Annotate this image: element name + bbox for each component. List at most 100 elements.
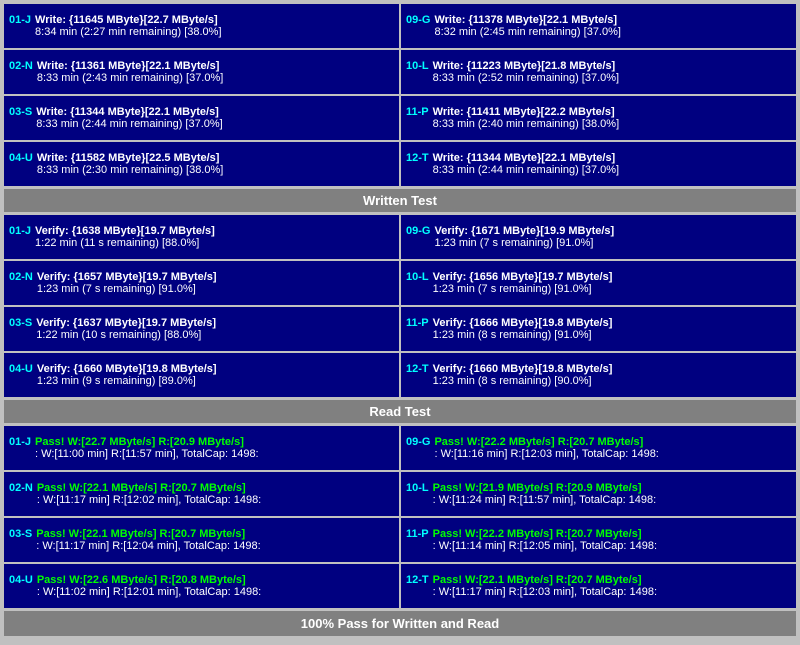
cell-line2: 8:33 min (2:43 min remaining) [37.0%] bbox=[37, 72, 223, 84]
cell-line2: 8:33 min (2:44 min remaining) [37.0%] bbox=[433, 164, 619, 176]
cell-line1: Verify: {1637 MByte}[19.7 MByte/s] bbox=[36, 317, 216, 329]
cell-line1: Pass! W:[22.2 MByte/s] R:[20.7 MByte/s] bbox=[433, 528, 657, 540]
cell-line1: Write: {11411 MByte}[22.2 MByte/s] bbox=[433, 106, 619, 118]
cell-line1: Verify: {1657 MByte}[19.7 MByte/s] bbox=[37, 271, 217, 283]
cell-id-02-n: 02-N bbox=[9, 271, 33, 283]
cell-10-l: 10-L Pass! W:[21.9 MByte/s] R:[20.9 MByte… bbox=[401, 472, 796, 516]
cell-line2: 8:33 min (2:44 min remaining) [37.0%] bbox=[36, 118, 222, 130]
cell-id-02-n: 02-N bbox=[9, 482, 33, 494]
cell-line1: Write: {11344 MByte}[22.1 MByte/s] bbox=[36, 106, 222, 118]
verify-grid: 01-JVerify: {1638 MByte}[19.7 MByte/s]1:… bbox=[4, 215, 796, 397]
cell-line2: : W:[11:16 min] R:[12:03 min], TotalCap:… bbox=[434, 448, 658, 460]
cell-line1: Write: {11223 MByte}[21.8 MByte/s] bbox=[433, 60, 619, 72]
cell-id-10-l: 10-L bbox=[406, 60, 429, 72]
cell-02-n: 02-N Verify: {1657 MByte}[19.7 MByte/s]1:… bbox=[4, 261, 399, 305]
cell-line1: Write: {11378 MByte}[22.1 MByte/s] bbox=[434, 14, 620, 26]
cell-line2: 1:23 min (7 s remaining) [91.0%] bbox=[434, 237, 614, 249]
cell-03-s: 03-S Pass! W:[22.1 MByte/s] R:[20.7 MByte… bbox=[4, 518, 399, 562]
cell-01-j: 01-J Write: {11645 MByte}[22.7 MByte/s]8:… bbox=[4, 4, 399, 48]
cell-line2: : W:[11:00 min] R:[11:57 min], TotalCap:… bbox=[35, 448, 259, 460]
cell-id-12-t: 12-T bbox=[406, 363, 429, 375]
cell-id-11-p: 11-P bbox=[406, 317, 429, 329]
cell-id-01-j: 01-J bbox=[9, 14, 31, 26]
cell-id-01-j: 01-J bbox=[9, 225, 31, 237]
cell-01-j: 01-JPass! W:[22.7 MByte/s] R:[20.9 MByte… bbox=[4, 426, 399, 470]
cell-id-03-s: 03-S bbox=[9, 106, 32, 118]
cell-11-p: 11-P Pass! W:[22.2 MByte/s] R:[20.7 MByte… bbox=[401, 518, 796, 562]
cell-line1: Verify: {1638 MByte}[19.7 MByte/s] bbox=[35, 225, 215, 237]
cell-id-11-p: 11-P bbox=[406, 106, 429, 118]
cell-line1: Write: {11582 MByte}[22.5 MByte/s] bbox=[37, 152, 223, 164]
cell-11-p: 11-P Verify: {1666 MByte}[19.8 MByte/s]1:… bbox=[401, 307, 796, 351]
cell-id-10-l: 10-L bbox=[406, 271, 429, 283]
cell-line2: 8:33 min (2:30 min remaining) [38.0%] bbox=[37, 164, 223, 176]
cell-line2: 8:33 min (2:52 min remaining) [37.0%] bbox=[433, 72, 619, 84]
cell-03-s: 03-S Write: {11344 MByte}[22.1 MByte/s]8:… bbox=[4, 96, 399, 140]
written-test-header: Written Test bbox=[4, 189, 796, 212]
cell-line1: Verify: {1656 MByte}[19.7 MByte/s] bbox=[433, 271, 613, 283]
main-container: 01-JWrite: {11645 MByte}[22.7 MByte/s]8:… bbox=[0, 0, 800, 640]
cell-id-11-p: 11-P bbox=[406, 528, 429, 540]
cell-id-04-u: 04-U bbox=[9, 152, 33, 164]
cell-line2: : W:[11:02 min] R:[12:01 min], TotalCap:… bbox=[37, 586, 261, 598]
cell-line2: 1:23 min (7 s remaining) [91.0%] bbox=[37, 283, 217, 295]
cell-id-12-t: 12-T bbox=[406, 574, 429, 586]
cell-02-n: 02-N Pass! W:[22.1 MByte/s] R:[20.7 MByte… bbox=[4, 472, 399, 516]
cell-line2: 8:34 min (2:27 min remaining) [38.0%] bbox=[35, 26, 221, 38]
cell-line2: : W:[11:14 min] R:[12:05 min], TotalCap:… bbox=[433, 540, 657, 552]
cell-line1: Pass! W:[22.1 MByte/s] R:[20.7 MByte/s] bbox=[36, 528, 260, 540]
cell-line1: Verify: {1660 MByte}[19.8 MByte/s] bbox=[433, 363, 613, 375]
cell-line2: 8:32 min (2:45 min remaining) [37.0%] bbox=[434, 26, 620, 38]
cell-04-u: 04-U Verify: {1660 MByte}[19.8 MByte/s]1:… bbox=[4, 353, 399, 397]
read-test-header: Read Test bbox=[4, 400, 796, 423]
cell-id-09-g: 09-G bbox=[406, 225, 430, 237]
cell-04-u: 04-U Pass! W:[22.6 MByte/s] R:[20.8 MByte… bbox=[4, 564, 399, 608]
cell-11-p: 11-P Write: {11411 MByte}[22.2 MByte/s]8:… bbox=[401, 96, 796, 140]
read-section: 01-JPass! W:[22.7 MByte/s] R:[20.9 MByte… bbox=[4, 426, 796, 608]
cell-line2: 1:22 min (10 s remaining) [88.0%] bbox=[36, 329, 216, 341]
cell-id-10-l: 10-L bbox=[406, 482, 429, 494]
cell-09-g: 09-G Pass! W:[22.2 MByte/s] R:[20.7 MByte… bbox=[401, 426, 796, 470]
cell-line1: Verify: {1671 MByte}[19.9 MByte/s] bbox=[434, 225, 614, 237]
cell-01-j: 01-J Verify: {1638 MByte}[19.7 MByte/s]1:… bbox=[4, 215, 399, 259]
cell-line2: : W:[11:17 min] R:[12:02 min], TotalCap:… bbox=[37, 494, 261, 506]
cell-09-g: 09-G Write: {11378 MByte}[22.1 MByte/s]8:… bbox=[401, 4, 796, 48]
cell-03-s: 03-S Verify: {1637 MByte}[19.7 MByte/s]1:… bbox=[4, 307, 399, 351]
cell-line1: Pass! W:[22.6 MByte/s] R:[20.8 MByte/s] bbox=[37, 574, 261, 586]
cell-line1: Pass! W:[22.1 MByte/s] R:[20.7 MByte/s] bbox=[433, 574, 657, 586]
verify-section: 01-JVerify: {1638 MByte}[19.7 MByte/s]1:… bbox=[4, 215, 796, 397]
write-grid: 01-JWrite: {11645 MByte}[22.7 MByte/s]8:… bbox=[4, 4, 796, 186]
cell-line1: Pass! W:[22.1 MByte/s] R:[20.7 MByte/s] bbox=[37, 482, 261, 494]
cell-line1: Pass! W:[21.9 MByte/s] R:[20.9 MByte/s] bbox=[433, 482, 657, 494]
cell-line2: 1:23 min (7 s remaining) [91.0%] bbox=[433, 283, 613, 295]
cell-line2: : W:[11:17 min] R:[12:03 min], TotalCap:… bbox=[433, 586, 657, 598]
cell-line1: Write: {11361 MByte}[22.1 MByte/s] bbox=[37, 60, 223, 72]
cell-id-03-s: 03-S bbox=[9, 317, 32, 329]
cell-id-03-s: 03-S bbox=[9, 528, 32, 540]
read-grid: 01-JPass! W:[22.7 MByte/s] R:[20.9 MByte… bbox=[4, 426, 796, 608]
cell-line2: 1:23 min (8 s remaining) [90.0%] bbox=[433, 375, 613, 387]
cell-id-01-j: 01-J bbox=[9, 436, 31, 448]
cell-line2: : W:[11:17 min] R:[12:04 min], TotalCap:… bbox=[36, 540, 260, 552]
cell-line2: 1:23 min (8 s remaining) [91.0%] bbox=[433, 329, 613, 341]
cell-id-04-u: 04-U bbox=[9, 363, 33, 375]
cell-10-l: 10-L Write: {11223 MByte}[21.8 MByte/s]8:… bbox=[401, 50, 796, 94]
cell-line1: Write: {11344 MByte}[22.1 MByte/s] bbox=[433, 152, 619, 164]
cell-line1: Verify: {1666 MByte}[19.8 MByte/s] bbox=[433, 317, 613, 329]
cell-line1: Write: {11645 MByte}[22.7 MByte/s] bbox=[35, 14, 221, 26]
cell-id-02-n: 02-N bbox=[9, 60, 33, 72]
cell-line2: 1:23 min (9 s remaining) [89.0%] bbox=[37, 375, 217, 387]
write-section: 01-JWrite: {11645 MByte}[22.7 MByte/s]8:… bbox=[4, 4, 796, 186]
cell-id-09-g: 09-G bbox=[406, 436, 430, 448]
cell-line2: 8:33 min (2:40 min remaining) [38.0%] bbox=[433, 118, 619, 130]
cell-04-u: 04-U Write: {11582 MByte}[22.5 MByte/s]8:… bbox=[4, 142, 399, 186]
cell-line1: Verify: {1660 MByte}[19.8 MByte/s] bbox=[37, 363, 217, 375]
cell-12-t: 12-T Pass! W:[22.1 MByte/s] R:[20.7 MByte… bbox=[401, 564, 796, 608]
footer-status: 100% Pass for Written and Read bbox=[4, 611, 796, 636]
cell-10-l: 10-L Verify: {1656 MByte}[19.7 MByte/s]1:… bbox=[401, 261, 796, 305]
cell-id-12-t: 12-T bbox=[406, 152, 429, 164]
cell-id-04-u: 04-U bbox=[9, 574, 33, 586]
cell-id-09-g: 09-G bbox=[406, 14, 430, 26]
cell-line2: 1:22 min (11 s remaining) [88.0%] bbox=[35, 237, 215, 249]
cell-line1: Pass! W:[22.2 MByte/s] R:[20.7 MByte/s] bbox=[434, 436, 658, 448]
